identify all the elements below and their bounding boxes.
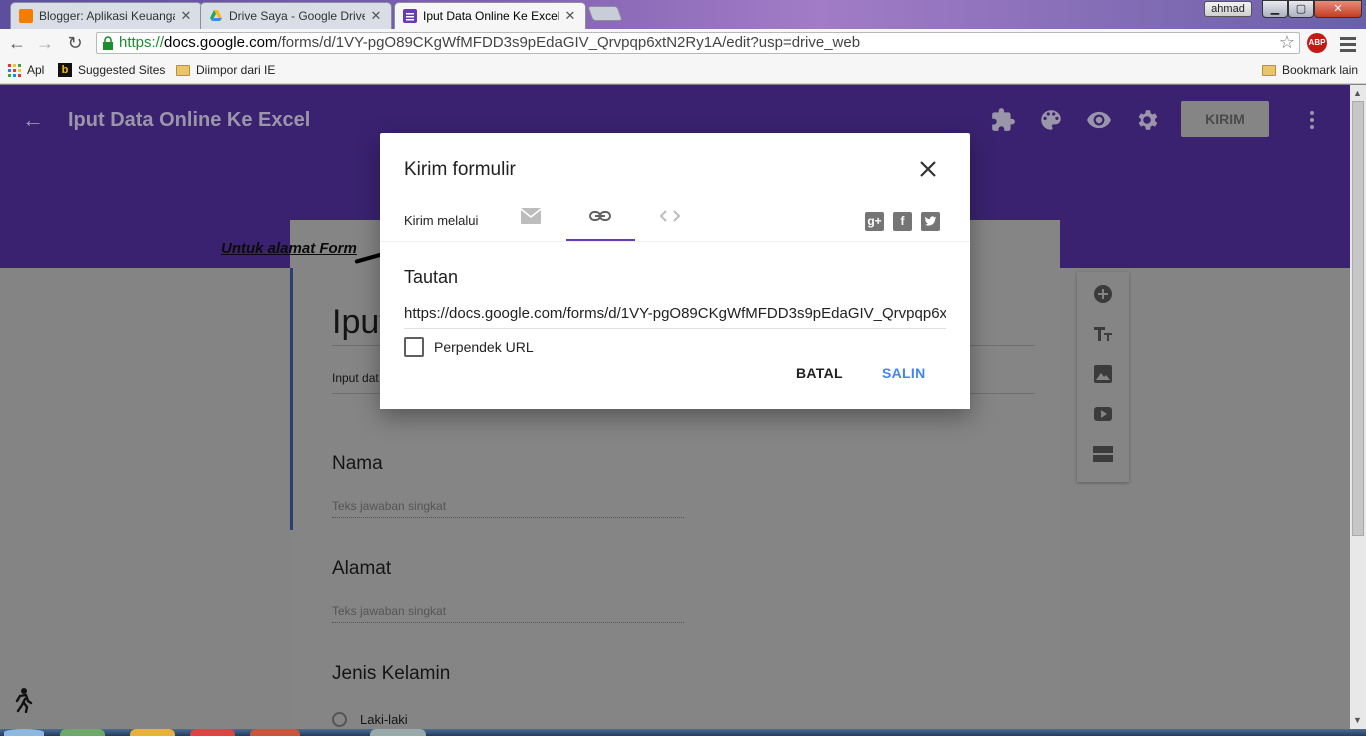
bookmark-folder-imported[interactable]: Diimpor dari IE <box>176 63 275 77</box>
tab-email[interactable] <box>511 205 551 229</box>
tab-link[interactable] <box>580 205 620 229</box>
send-via-label: Kirim melalui <box>404 213 479 228</box>
answer-placeholder: Teks jawaban singkat <box>332 604 447 618</box>
send-form-dialog: Kirim formulir Kirim melalui g+ f Tautan… <box>380 133 970 409</box>
add-video-icon[interactable] <box>1093 404 1113 424</box>
side-toolbar <box>1077 272 1129 482</box>
bookmark-folder-other[interactable]: Bookmark lain <box>1262 63 1358 77</box>
scroll-down-arrow-icon[interactable]: ▼ <box>1353 715 1362 725</box>
add-question-icon[interactable] <box>1093 284 1113 304</box>
taskbar-app[interactable] <box>370 729 426 736</box>
active-card-accent <box>290 268 293 530</box>
folder-icon <box>176 64 190 76</box>
url-path: /forms/d/1VY-pgO89CKgWfMFDD3s9pEdaGIV_Qr… <box>277 34 861 51</box>
tab-blogger[interactable]: Blogger: Aplikasi Keuanga ✕ <box>10 2 202 29</box>
url-scheme: https:// <box>119 34 165 51</box>
preview-eye-icon[interactable] <box>1086 107 1112 133</box>
bookmark-label: Diimpor dari IE <box>196 63 276 77</box>
add-title-text-icon[interactable] <box>1093 324 1113 344</box>
street-view-pegman-icon[interactable] <box>12 687 34 714</box>
settings-gear-icon[interactable] <box>1134 107 1160 133</box>
palette-icon[interactable] <box>1038 107 1064 133</box>
taskbar-app[interactable] <box>60 729 105 736</box>
taskbar-app[interactable] <box>190 729 235 736</box>
address-bar[interactable]: https://docs.google.com/forms/d/1VY-pgO8… <box>96 32 1300 54</box>
browser-toolbar: ← → ↻ https://docs.google.com/forms/d/1V… <box>0 29 1366 57</box>
taskbar-app[interactable] <box>130 729 175 736</box>
user-profile-badge[interactable]: ahmad <box>1204 1 1252 17</box>
tab-title: Blogger: Aplikasi Keuanga <box>39 9 175 23</box>
window-close-button[interactable]: ✕ <box>1314 0 1362 18</box>
form-editor-title: Iput Data Online Ke Excel <box>68 109 311 131</box>
taskbar-app[interactable] <box>250 729 300 736</box>
question-label[interactable]: Nama <box>332 453 383 475</box>
apps-grid-icon <box>8 63 21 77</box>
google-drive-icon <box>209 9 223 23</box>
window-maximize-button[interactable]: ▢ <box>1288 0 1314 18</box>
question-label[interactable]: Jenis Kelamin <box>332 663 450 685</box>
shorten-url-label: Perpendek URL <box>434 339 534 355</box>
blogger-icon <box>19 9 33 23</box>
annotation-label: Untuk alamat Form <box>221 240 357 257</box>
close-icon[interactable] <box>916 157 940 181</box>
bookmark-label: Bookmark lain <box>1282 63 1359 77</box>
tab-google-drive[interactable]: Drive Saya - Google Drive ✕ <box>200 2 392 29</box>
bookmark-label: Suggested Sites <box>78 63 166 77</box>
window-minimize-button[interactable]: ▁ <box>1262 0 1288 18</box>
radio-option-label: Laki-laki <box>360 712 408 727</box>
tab-title: Drive Saya - Google Drive <box>229 9 365 23</box>
tab-close-icon[interactable]: ✕ <box>563 8 577 24</box>
bing-icon: b <box>58 63 72 77</box>
twitter-icon[interactable] <box>921 212 940 231</box>
send-button[interactable]: KIRIM <box>1181 101 1269 137</box>
link-url-field[interactable]: https://docs.google.com/forms/d/1VY-pgO8… <box>404 305 946 329</box>
shorten-url-checkbox[interactable] <box>404 337 424 357</box>
bookmarks-bar: Apl b Suggested Sites Diimpor dari IE Bo… <box>0 57 1366 84</box>
adblock-plus-icon[interactable]: ABP <box>1307 33 1327 53</box>
scroll-up-arrow-icon[interactable]: ▲ <box>1353 88 1362 98</box>
answer-underline <box>332 517 684 518</box>
new-tab-button[interactable] <box>587 6 623 21</box>
tab-embed[interactable] <box>650 205 690 229</box>
scroll-thumb[interactable] <box>1352 101 1364 536</box>
bookmark-star-icon[interactable]: ☆ <box>1279 33 1295 52</box>
tab-forms-active[interactable]: Iput Data Online Ke Excel ✕ <box>394 2 586 29</box>
form-description-field[interactable]: Input dat <box>332 371 379 385</box>
google-plus-icon[interactable]: g+ <box>865 212 884 231</box>
back-arrow-icon[interactable]: ← <box>22 107 44 133</box>
bookmark-suggested-sites[interactable]: b Suggested Sites <box>58 63 165 77</box>
reload-icon[interactable]: ↻ <box>64 32 86 54</box>
tab-close-icon[interactable]: ✕ <box>179 8 193 24</box>
secure-lock-icon <box>102 36 114 50</box>
addons-puzzle-icon[interactable] <box>990 107 1016 133</box>
forward-arrow-icon[interactable]: → <box>34 32 56 54</box>
answer-underline <box>332 622 684 623</box>
page-scrollbar[interactable]: ▲ ▼ <box>1350 85 1366 730</box>
windows-taskbar <box>0 729 1366 736</box>
add-section-icon[interactable] <box>1093 444 1113 464</box>
link-section-title: Tautan <box>404 267 459 287</box>
copy-button[interactable]: SALIN <box>882 365 926 381</box>
google-forms-icon <box>403 9 417 23</box>
tab-title: Iput Data Online Ke Excel <box>423 9 559 23</box>
more-options-icon[interactable] <box>1310 111 1314 132</box>
folder-icon <box>1262 64 1276 76</box>
cancel-button[interactable]: BATAL <box>796 365 843 381</box>
dialog-title: Kirim formulir <box>404 159 516 180</box>
radio-button[interactable] <box>332 712 347 727</box>
bookmark-apps[interactable]: Apl <box>8 63 44 77</box>
tab-close-icon[interactable]: ✕ <box>369 8 383 24</box>
chrome-menu-icon[interactable] <box>1340 37 1356 55</box>
answer-placeholder: Teks jawaban singkat <box>332 499 447 513</box>
back-arrow-icon[interactable]: ← <box>6 32 28 54</box>
add-image-icon[interactable] <box>1093 364 1113 384</box>
url-host: docs.google.com <box>164 34 278 51</box>
bookmark-label: Apl <box>27 63 45 77</box>
start-button[interactable] <box>4 729 44 736</box>
browser-tab-strip: Blogger: Aplikasi Keuanga ✕ Drive Saya -… <box>0 0 1366 29</box>
question-label[interactable]: Alamat <box>332 558 391 580</box>
facebook-icon[interactable]: f <box>893 212 912 231</box>
